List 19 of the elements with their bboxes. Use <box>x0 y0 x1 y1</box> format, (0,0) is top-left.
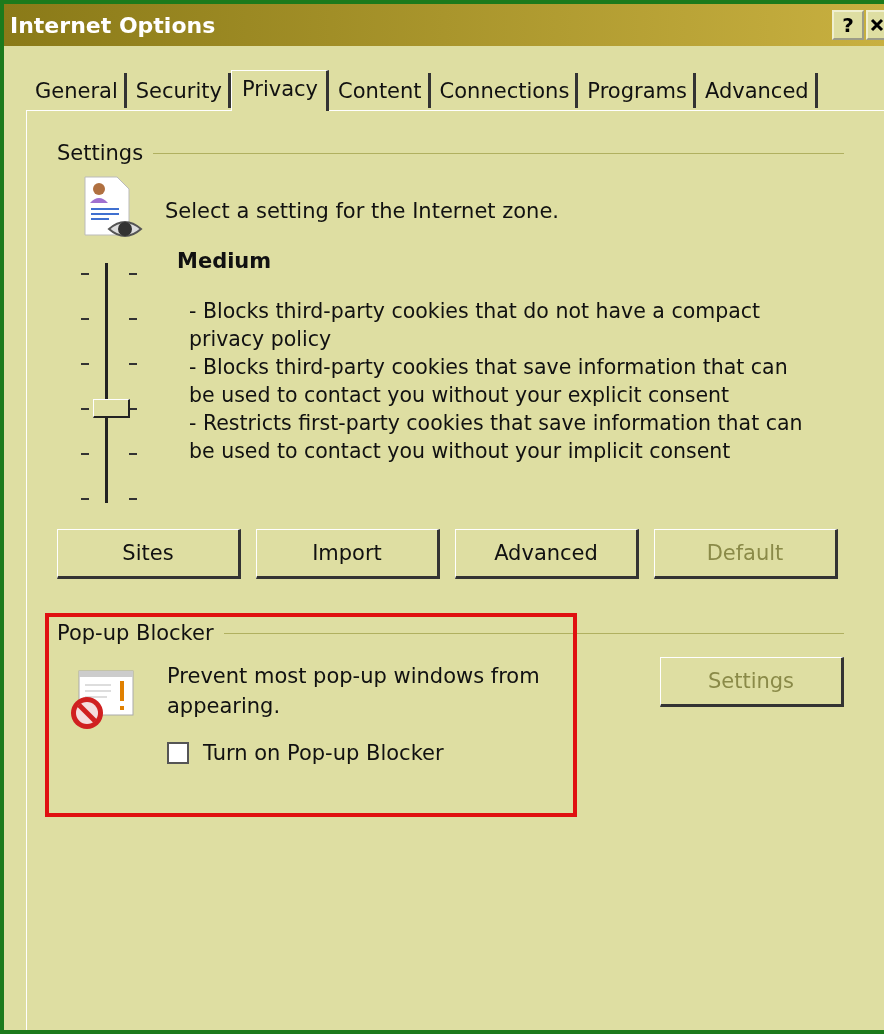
window-title: Internet Options <box>10 12 216 38</box>
dialog-button[interactable]: Sites <box>57 529 241 579</box>
level-description: - Restricts first-party cookies that save information that can be used to contact you without your implicit consent <box>189 410 804 465</box>
tab[interactable]: Privacy <box>231 70 330 111</box>
checkbox[interactable] <box>167 742 189 764</box>
group-label: Settings <box>57 141 144 165</box>
dialog-button[interactable]: Advanced <box>455 529 639 579</box>
help-button[interactable]: ? <box>832 10 864 40</box>
dialog-button[interactable]: Import <box>256 529 440 579</box>
slider-thumb[interactable] <box>93 399 130 418</box>
close-icon <box>870 18 884 32</box>
level-name: Medium <box>177 249 273 273</box>
prompt-text: Select a setting for the Internet zone. <box>165 199 559 223</box>
close-button[interactable] <box>866 10 884 40</box>
group-label: Pop-up Blocker <box>57 621 214 645</box>
level-description: - Blocks third-party cookies that save information that can be used to contact you without your explicit consent <box>189 354 789 409</box>
checkbox-label: Turn on Pop-up Blocker <box>203 741 444 765</box>
popup-description: Prevent most pop-up windows from appearing. <box>167 663 541 720</box>
level-description: - Blocks third-party cookies that do not have a compact privacy policy <box>189 298 762 353</box>
